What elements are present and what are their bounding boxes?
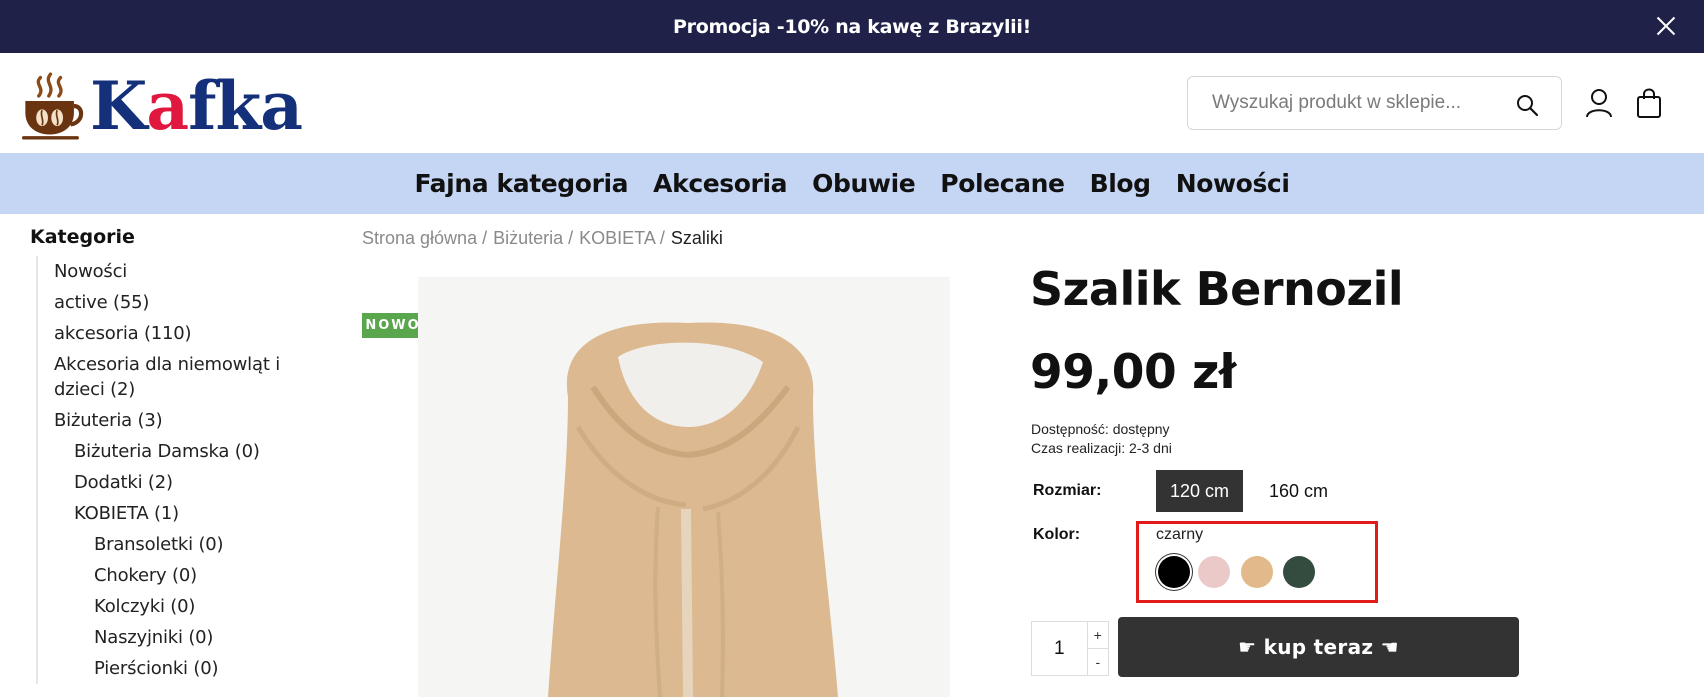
nav-item-obuwie[interactable]: Obuwie bbox=[812, 169, 916, 198]
category-tree: Nowości active (55) akcesoria (110) Akce… bbox=[36, 256, 330, 684]
nav-item-akcesoria[interactable]: Akcesoria bbox=[653, 169, 787, 198]
category-sidebar: Kategorie Nowości active (55) akcesoria … bbox=[30, 226, 330, 697]
availability-info: Dostępność: dostępny Czas realizacji: 2-… bbox=[1031, 420, 1172, 458]
category-item[interactable]: akcesoria (110) bbox=[38, 318, 330, 349]
promo-text: Promocja -10% na kawę z Brazylii! bbox=[673, 15, 1031, 38]
breadcrumb: Strona główna / Biżuteria / KOBIETA / Sz… bbox=[362, 228, 723, 249]
color-swatch-czarny[interactable] bbox=[1158, 556, 1190, 588]
quantity-buttons: + - bbox=[1086, 622, 1108, 675]
breadcrumb-current: Szaliki bbox=[670, 228, 723, 248]
breadcrumb-link[interactable]: Strona główna / bbox=[362, 228, 487, 249]
availability-text: Dostępność: dostępny bbox=[1031, 421, 1170, 437]
lead-time-text: Czas realizacji: 2-3 dni bbox=[1031, 440, 1172, 456]
header: Kafka bbox=[0, 53, 1704, 153]
coffee-cup-icon bbox=[22, 72, 84, 139]
size-label: Rozmiar: bbox=[1033, 482, 1102, 499]
logo-text-start: K bbox=[89, 66, 147, 145]
shopping-bag-icon[interactable] bbox=[1636, 87, 1662, 119]
category-item[interactable]: Akcesoria dla niemowląt i dzieci (2) bbox=[38, 349, 330, 405]
category-item[interactable]: active (55) bbox=[38, 287, 330, 318]
logo-text-accent: a bbox=[146, 66, 189, 145]
color-swatch-bezowy[interactable] bbox=[1241, 556, 1273, 588]
size-option-160[interactable]: 160 cm bbox=[1255, 470, 1342, 512]
quantity-input[interactable]: 1 bbox=[1032, 622, 1087, 675]
breadcrumb-link-label: Biżuteria bbox=[493, 228, 564, 248]
product-title: Szalik Bernozil bbox=[1030, 262, 1404, 316]
quantity-increase-button[interactable]: + bbox=[1088, 622, 1108, 648]
main-nav: Fajna kategoria Akcesoria Obuwie Polecan… bbox=[0, 153, 1704, 214]
breadcrumb-link[interactable]: Biżuteria / bbox=[493, 228, 573, 249]
category-item[interactable]: KOBIETA (1) bbox=[38, 498, 330, 529]
category-item[interactable]: Pierścionki (0) bbox=[38, 653, 330, 684]
category-item[interactable]: Bransoletki (0) bbox=[38, 529, 330, 560]
product-image[interactable] bbox=[418, 277, 950, 697]
nav-item-blog[interactable]: Blog bbox=[1090, 169, 1152, 198]
quantity-decrease-button[interactable]: - bbox=[1087, 648, 1108, 675]
breadcrumb-link-label: Strona główna bbox=[362, 228, 478, 248]
category-item[interactable]: Naszyjniki (0) bbox=[38, 622, 330, 653]
close-icon[interactable] bbox=[1654, 14, 1678, 38]
promo-bar: Promocja -10% na kawę z Brazylii! bbox=[0, 0, 1704, 53]
search-box bbox=[1187, 76, 1562, 130]
color-swatch-rozowy[interactable] bbox=[1198, 556, 1230, 588]
buy-now-button[interactable]: ☛ kup teraz ☚ bbox=[1118, 617, 1519, 677]
breadcrumb-link-label: KOBIETA bbox=[579, 228, 655, 248]
quantity-stepper: 1 + - bbox=[1031, 621, 1109, 676]
nav-item-polecane[interactable]: Polecane bbox=[940, 169, 1065, 198]
category-item[interactable]: Biżuteria (3) bbox=[38, 405, 330, 436]
logo-text-end: fka bbox=[188, 66, 303, 145]
sidebar-title: Kategorie bbox=[30, 226, 135, 248]
search-icon[interactable] bbox=[1515, 93, 1539, 117]
product-price: 99,00 zł bbox=[1030, 345, 1236, 400]
category-item[interactable]: Nowości bbox=[38, 256, 330, 287]
category-item[interactable]: Dodatki (2) bbox=[38, 467, 330, 498]
category-item[interactable]: Kolczyki (0) bbox=[38, 591, 330, 622]
color-label: Kolor: bbox=[1033, 526, 1081, 543]
nav-item-fajna-kategoria[interactable]: Fajna kategoria bbox=[414, 169, 628, 198]
logo-text: Kafka bbox=[90, 73, 303, 139]
breadcrumb-link[interactable]: KOBIETA / bbox=[579, 228, 665, 249]
user-icon[interactable] bbox=[1585, 88, 1613, 118]
scarf-image bbox=[418, 277, 950, 697]
selected-color-name: czarny bbox=[1156, 526, 1204, 543]
search-input[interactable] bbox=[1212, 92, 1502, 114]
size-option-120[interactable]: 120 cm bbox=[1156, 470, 1243, 512]
category-item[interactable]: Biżuteria Damska (0) bbox=[38, 436, 330, 467]
logo[interactable]: Kafka bbox=[22, 63, 303, 148]
category-item[interactable]: Chokery (0) bbox=[38, 560, 330, 591]
color-swatch-zielony[interactable] bbox=[1283, 556, 1315, 588]
nav-item-nowosci[interactable]: Nowości bbox=[1176, 169, 1290, 198]
